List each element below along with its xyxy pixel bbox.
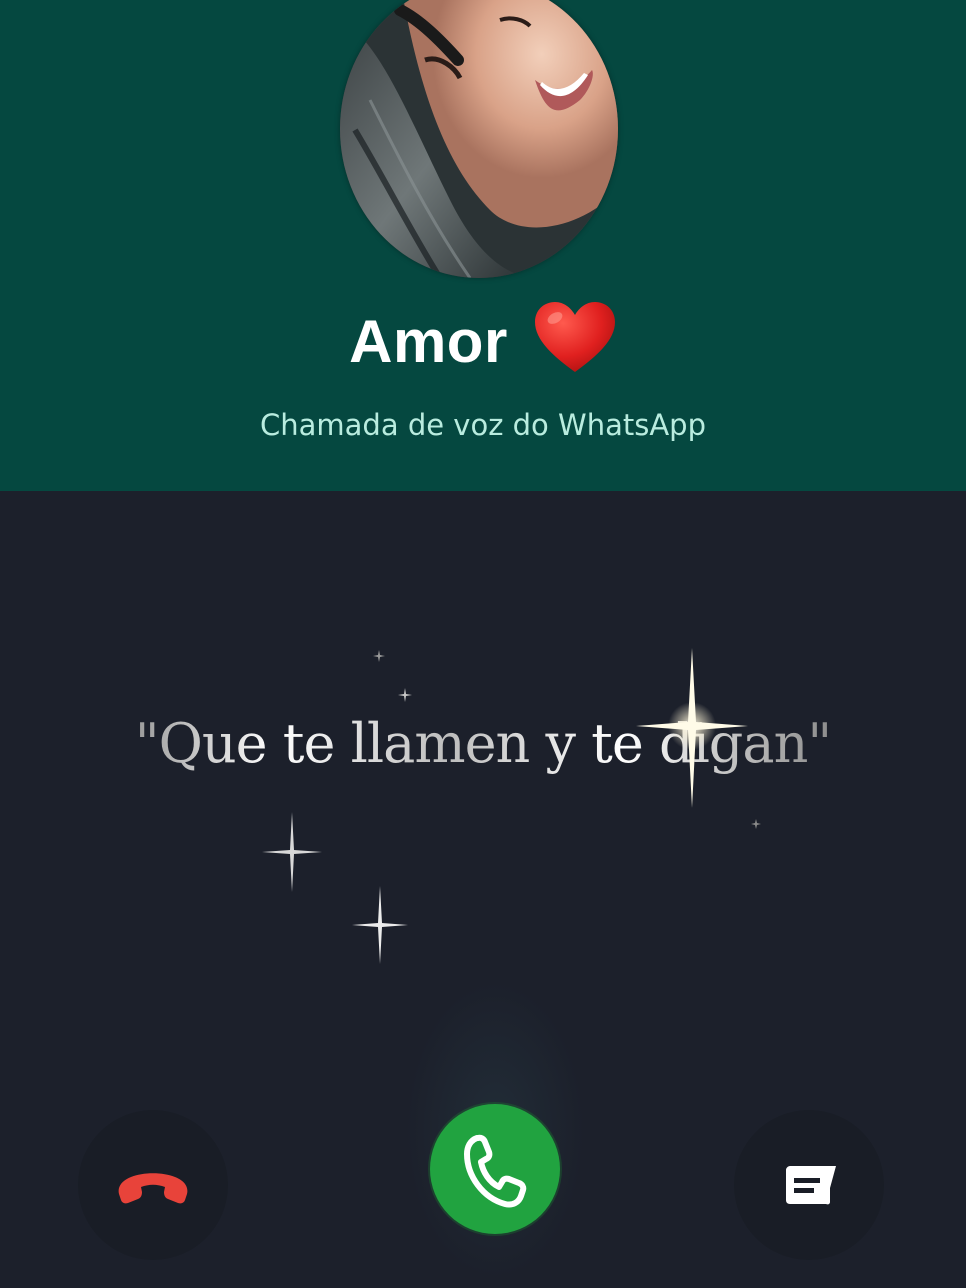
reply-message-icon bbox=[786, 1166, 836, 1205]
sparkle-small-icon bbox=[398, 688, 412, 702]
accept-call-icon bbox=[464, 1134, 527, 1208]
call-type-label: Chamada de voz do WhatsApp bbox=[260, 408, 706, 442]
avatar-photo bbox=[340, 0, 618, 278]
decline-call-icon bbox=[118, 1173, 188, 1204]
red-heart-icon bbox=[534, 302, 615, 372]
caller-name: Amor bbox=[349, 308, 508, 375]
message-button[interactable] bbox=[734, 1110, 884, 1260]
lyric-caption: "Que te llamen y te digan" bbox=[0, 712, 966, 775]
caller-header: Amor Chamada de voz do WhatsApp bbox=[0, 0, 966, 491]
caller-avatar bbox=[340, 0, 618, 278]
sparkle-medium-icon bbox=[352, 886, 408, 964]
sparkle-large-icon bbox=[636, 648, 748, 808]
sparkle-small-icon bbox=[751, 819, 761, 829]
decline-button[interactable] bbox=[78, 1110, 228, 1260]
sparkle-small-icon bbox=[373, 650, 385, 662]
caller-name-row: Amor bbox=[0, 300, 966, 376]
sparkle-medium-icon bbox=[262, 812, 322, 892]
accept-button[interactable] bbox=[430, 1104, 560, 1234]
